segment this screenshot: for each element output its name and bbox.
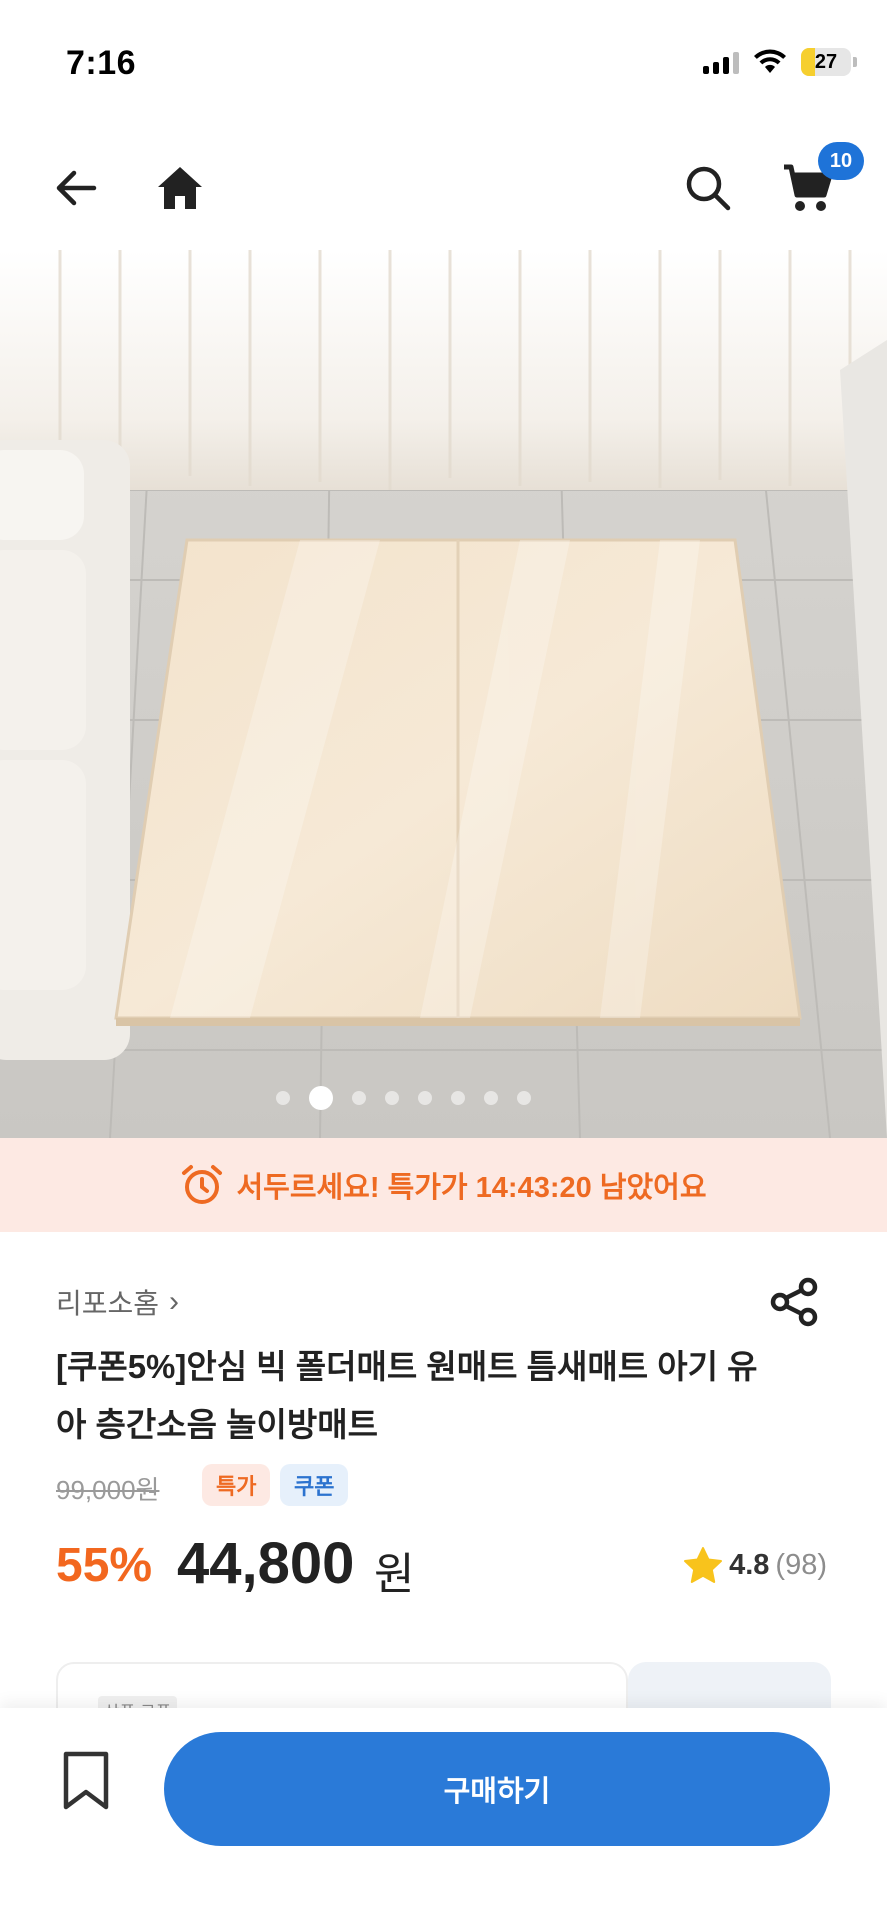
star-icon — [684, 1547, 723, 1583]
buy-button[interactable]: 구매하기 — [164, 1732, 830, 1846]
top-navigation: 10 — [0, 130, 887, 248]
status-bar: 7:16 27 — [0, 0, 887, 120]
battery-level: 27 — [814, 50, 838, 73]
gallery-dot[interactable] — [352, 1091, 366, 1105]
bookmark-icon — [63, 1751, 109, 1810]
gallery-pagination[interactable] — [0, 1086, 847, 1110]
promo-timer-text: 서두르세요! 특가가 14:43:20 남았어요 — [236, 1172, 707, 1204]
price-currency: 원 — [374, 1550, 415, 1599]
search-button[interactable] — [676, 156, 740, 220]
discount-rate: 55% — [56, 1539, 153, 1592]
chevron-right-icon: › — [169, 1285, 180, 1318]
review-count: (98) — [775, 1548, 827, 1581]
store-name: 리포소홈 — [56, 1288, 160, 1319]
home-icon — [158, 167, 202, 209]
store-link[interactable]: 리포소홈 › — [56, 1282, 179, 1322]
gallery-dot[interactable] — [276, 1091, 290, 1105]
rating-score: 4.8 — [729, 1548, 770, 1581]
arrow-left-icon — [56, 170, 97, 206]
home-button[interactable] — [148, 156, 212, 220]
share-button[interactable] — [766, 1274, 822, 1330]
product-rating[interactable]: 4.8 (98) — [683, 1546, 827, 1584]
coupon-badge: 쿠폰 — [280, 1464, 349, 1506]
cart-button[interactable]: 10 — [776, 142, 864, 220]
gallery-dot[interactable] — [418, 1091, 432, 1105]
battery-indicator: 27 — [801, 48, 857, 76]
original-price: 99,000원 — [56, 1475, 160, 1505]
sale-badge: 특가 — [202, 1464, 271, 1506]
sale-price: 44,800 — [177, 1531, 355, 1596]
bookmark-button[interactable] — [54, 1746, 118, 1816]
gallery-dot[interactable] — [451, 1091, 465, 1105]
cellular-signal-icon — [703, 50, 739, 74]
share-icon — [770, 1277, 818, 1327]
status-time: 7:16 — [66, 44, 137, 82]
gallery-dot[interactable] — [484, 1091, 498, 1105]
gallery-dot[interactable] — [385, 1091, 399, 1105]
promo-timer-banner: 서두르세요! 특가가 14:43:20 남았어요 — [0, 1138, 887, 1232]
product-title: [쿠폰5%]안심 빅 폴더매트 원매트 틈새매트 아기 유아 층간소음 놀이방매… — [56, 1348, 758, 1443]
wifi-icon — [754, 49, 786, 73]
search-icon — [686, 166, 731, 211]
product-image-gallery[interactable] — [0, 250, 887, 1138]
alarm-clock-icon — [182, 1165, 223, 1204]
folding-play-mat-photo — [0, 250, 887, 1138]
gallery-dot[interactable] — [517, 1091, 531, 1105]
cart-count-badge: 10 — [818, 142, 864, 180]
back-button[interactable] — [44, 156, 108, 220]
status-icons: 27 — [703, 48, 857, 76]
bottom-action-bar: 구매하기 — [0, 1708, 887, 1920]
gallery-dot-active[interactable] — [309, 1086, 333, 1110]
